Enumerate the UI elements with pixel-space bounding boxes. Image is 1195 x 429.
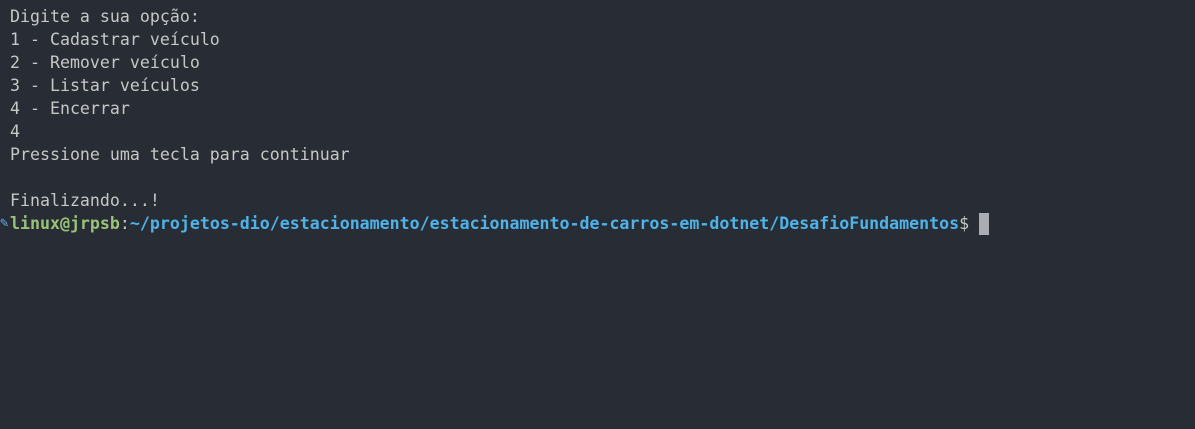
output-line-blank (10, 166, 1195, 189)
prompt-path: ~/projetos-dio/estacionamento/estacionam… (129, 214, 960, 233)
output-line-option-3: 3 - Listar veículos (10, 76, 200, 95)
output-line-option-1: 1 - Cadastrar veículo (10, 30, 220, 49)
text-cursor[interactable] (979, 212, 990, 235)
shell-prompt[interactable]: ✎ linux@jrpsb: ~/projetos-dio/estacionamen… (0, 212, 1195, 235)
prompt-user-host: linux@jrpsb (10, 214, 120, 233)
output-line-user-input: 4 (10, 122, 20, 141)
prompt-separator: : (119, 214, 130, 233)
output-line-finalizing: Finalizando...! (10, 191, 160, 210)
prompt-marker-icon: ✎ (0, 215, 9, 231)
output-line-option-2: 2 - Remover veículo (10, 53, 200, 72)
prompt-symbol: $ (959, 214, 970, 233)
output-line-press-key: Pressione uma tecla para continuar (10, 145, 350, 164)
output-line-option-4: 4 - Encerrar (10, 99, 130, 118)
output-line-prompt-title: Digite a sua opção: (10, 7, 200, 26)
terminal-window[interactable]: Digite a sua opção: 1 - Cadastrar veícul… (0, 0, 1195, 429)
